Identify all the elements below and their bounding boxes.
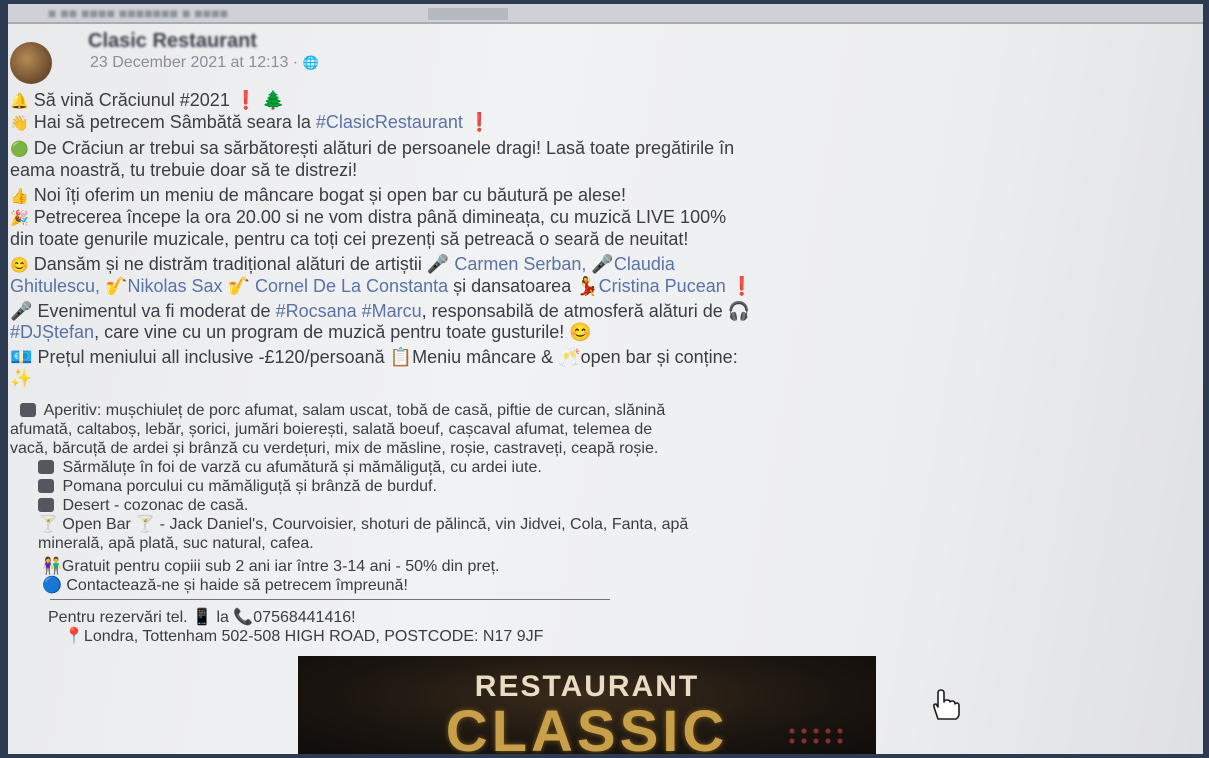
menu-item: 🍸 Open Bar 🍸 - Jack Daniel's, Courvoisie… — [38, 516, 689, 533]
hand-cursor-icon — [932, 689, 960, 720]
menu-item: afumată, caltaboș, lebăr, șorici, jumări… — [10, 421, 653, 438]
exclamation-icon: ❗ — [730, 276, 754, 296]
drink-icon: 🍸 — [135, 516, 156, 533]
phone-icon: 📱 — [192, 609, 212, 626]
post-line: 😊 Dansăm și ne distrăm tradițional alătu… — [10, 254, 675, 274]
menu-item: Sărmăluțe în foi de varză cu afumătură ș… — [10, 458, 1190, 477]
headphones-icon: 🎧 — [727, 301, 751, 321]
artist-link[interactable]: Carmen Serban, — [454, 254, 586, 274]
menu-icon: 📋 — [389, 347, 413, 367]
number-3-icon — [38, 479, 54, 493]
number-4-icon — [38, 498, 54, 512]
artist-link[interactable]: Ghitulescu, — [10, 276, 100, 296]
artist-link[interactable]: Cristina Pucean — [599, 276, 726, 296]
globe-blue-icon: 🔵 — [42, 577, 62, 594]
post-line: ✨ — [10, 368, 1190, 389]
menu-item: Pomana porcului cu mămăliguță și brânză … — [10, 477, 1190, 496]
thumbs-up-icon: 👍 — [10, 188, 29, 205]
contact-line: 📍Londra, Tottenham 502-508 HIGH ROAD, PO… — [64, 628, 544, 645]
post-date-text: 23 December 2021 at 12:13 · — [90, 54, 303, 71]
number-2-icon — [38, 460, 54, 474]
hashtag-link[interactable]: #Rocsana #Marcu — [276, 301, 422, 321]
glass-icon: 🥂 — [558, 347, 581, 367]
microphone-icon: 🎤 — [426, 254, 450, 274]
tree-icon: 🌲 — [262, 90, 285, 110]
artist-link[interactable]: Nikolas Sax — [127, 276, 222, 296]
divider — [8, 22, 1203, 24]
browser-tab-text: ■ ■■ ■■■■ ■■■■■■■ ■ ■■■■ — [48, 5, 229, 21]
money-icon: 💶 — [10, 347, 33, 367]
post-line: 🟢 De Crăciun ar trebui sa sărbătorești a… — [10, 138, 735, 158]
post-timestamp[interactable]: 23 December 2021 at 12:13 · 🌐 — [90, 54, 319, 72]
divider — [50, 599, 610, 600]
exclamation-icon: ❗ — [234, 90, 258, 110]
post-line: 👍 Noi îți oferim un meniu de mâncare bog… — [10, 185, 627, 205]
children-icon: 👫 — [42, 558, 62, 575]
hand-icon: 👋 — [10, 115, 29, 132]
browser-tab[interactable] — [428, 8, 508, 20]
menu-item: Desert - cozonac de casă. — [10, 496, 1190, 515]
post-line: 🎉 Petrecerea începe la ora 20.00 si ne v… — [10, 207, 727, 227]
smile-icon: 😊 — [10, 257, 29, 274]
party-icon: 🎉 — [10, 210, 29, 227]
post-line: 🎤 Evenimentul va fi moderat de #Rocsana … — [10, 301, 751, 321]
bell-icon: 🔔 — [10, 93, 29, 110]
phone-receiver-icon: 📞 — [233, 609, 254, 626]
contact-line: Pentru rezervări tel. 📱 la 📞07568441416! — [48, 609, 356, 626]
sparkle-icon: ✨ — [10, 368, 33, 388]
screen-photo: ■ ■■ ■■■■ ■■■■■■■ ■ ■■■■ Clasic Restaura… — [8, 4, 1203, 754]
menu-item: Aperitiv: mușchiuleț de porc afumat, sal… — [10, 401, 1190, 420]
globe-green-icon: 🟢 — [10, 141, 29, 158]
page-name[interactable]: Clasic Restaurant — [88, 30, 257, 53]
post-line: 👋 Hai să petrecem Sâmbătă seara la #Clas… — [10, 112, 491, 132]
menu-item: minerală, apă plată, suc natural, cafea. — [38, 535, 314, 552]
menu-list: Aperitiv: mușchiuleț de porc afumat, sal… — [10, 401, 1190, 595]
artist-link[interactable]: Cornel De La Constanta — [255, 276, 448, 296]
page-avatar[interactable] — [10, 42, 52, 84]
post-image-banner[interactable]: RESTAURANT CLASSIC — [298, 656, 876, 754]
microphone-icon: 🎤 — [591, 254, 614, 274]
exclamation-icon: ❗ — [467, 112, 491, 132]
saxophone-icon: 🎷 — [227, 276, 250, 296]
phone-number[interactable]: 07568441416! — [253, 609, 355, 626]
browser-tab-strip: ■ ■■ ■■■■ ■■■■■■■ ■ ■■■■ — [8, 4, 1203, 24]
globe-icon: 🌐 — [302, 55, 319, 70]
artist-link[interactable]: Claudia — [614, 254, 675, 274]
banner-decoration — [786, 726, 846, 746]
post-line: 🔔 Să vină Crăciunul #2021 ❗ 🌲 — [10, 90, 285, 110]
smile-icon: 😊 — [569, 322, 592, 342]
post-line: Ghitulescu, 🎷Nikolas Sax 🎷 Cornel De La … — [10, 276, 754, 296]
saxophone-icon: 🎷 — [105, 276, 128, 296]
menu-item: vacă, bărcuță de ardei și brânză cu verd… — [10, 440, 659, 457]
menu-item: 👫Gratuit pentru copiii sub 2 ani iar înt… — [42, 558, 500, 575]
number-1-icon — [20, 403, 36, 417]
hashtag-link[interactable]: #DJȘtefan — [10, 322, 94, 342]
post-line: eama noastră, tu trebuie doar să te dist… — [10, 160, 358, 180]
hashtag-link[interactable]: #ClasicRestaurant — [316, 112, 463, 132]
pin-icon: 📍 — [64, 628, 84, 645]
post-body: 🔔 Să vină Crăciunul #2021 ❗ 🌲 👋 Hai să p… — [10, 90, 1190, 646]
menu-item: 🔵 Contactează-ne și haide să petrecem îm… — [42, 577, 408, 594]
post-line: 💶 Prețul meniului all inclusive -£120/pe… — [10, 347, 738, 367]
post-line: #DJȘtefan, care vine cu un program de mu… — [10, 322, 592, 342]
microphone-icon: 🎤 — [10, 301, 33, 321]
contact-block: Pentru rezervări tel. 📱 la 📞07568441416!… — [10, 608, 1190, 646]
dancer-icon: 💃 — [576, 276, 599, 296]
drink-icon: 🍸 — [38, 516, 58, 533]
post-line: din toate genurile muzicale, pentru ca t… — [10, 229, 689, 249]
